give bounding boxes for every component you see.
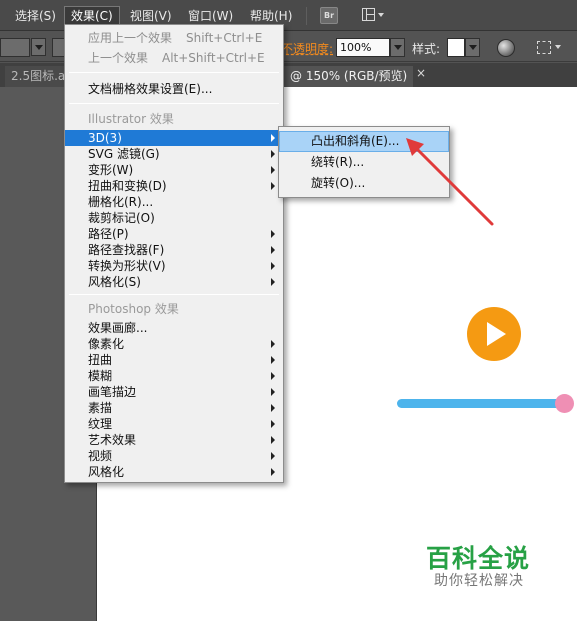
workspace-layout-icon[interactable] [362, 8, 384, 23]
menu-item-label: 模糊 [88, 369, 113, 383]
effect-menu: 应用上一个效果 Shift+Ctrl+E 上一个效果 Alt+Shift+Ctr… [64, 24, 284, 483]
opacity-dropdown[interactable] [390, 38, 405, 57]
menu-item-crop-marks[interactable]: 裁剪标记(O) [65, 210, 283, 226]
menu-item-label: 画笔描边 [88, 385, 137, 399]
close-icon[interactable]: × [416, 66, 426, 80]
submenu-arrow-icon [271, 246, 275, 254]
menu-item-last-effect[interactable]: 上一个效果 Alt+Shift+Ctrl+E [65, 50, 283, 66]
submenu-arrow-icon [271, 436, 275, 444]
menu-group-illustrator: Illustrator 效果 [88, 112, 174, 126]
menu-item-distort-transform[interactable]: 扭曲和变换(D) [65, 178, 283, 194]
slider-knob-artwork [555, 394, 574, 413]
menu-item-effect-gallery[interactable]: 效果画廊... [65, 320, 283, 336]
menu-help[interactable]: 帮助(H) [244, 6, 298, 26]
menu-item-pathfinder[interactable]: 路径查找器(F) [65, 242, 283, 258]
globe-icon[interactable] [497, 39, 515, 57]
menu-item-label: 扭曲和变换(D) [88, 179, 167, 193]
menu-item-convert-to-shape[interactable]: 转换为形状(V) [65, 258, 283, 274]
submenu-arrow-icon [271, 230, 275, 238]
submenu-arrow-icon [271, 372, 275, 380]
chevron-down-icon[interactable] [555, 45, 561, 49]
menu-item-label: 路径查找器(F) [88, 243, 165, 257]
menu-item-label: 上一个效果 [88, 51, 149, 65]
submenu-arrow-icon [271, 262, 275, 270]
menu-item-label: 素描 [88, 401, 113, 415]
menu-item-warp[interactable]: 变形(W) [65, 162, 283, 178]
menu-item-label: 视频 [88, 449, 113, 463]
menu-separator [69, 294, 279, 295]
submenu-arrow-icon [271, 150, 275, 158]
style-dropdown[interactable] [465, 38, 480, 57]
menu-item-svg-filter[interactable]: SVG 滤镜(G) [65, 146, 283, 162]
menu-separator [69, 72, 279, 73]
menu-item-label: 风格化(S) [88, 275, 141, 289]
menu-select[interactable]: 选择(S) [9, 6, 62, 26]
menu-item-3d[interactable]: 3D(3) [65, 130, 283, 146]
menu-view[interactable]: 视图(V) [124, 6, 178, 26]
menu-item-pixelate[interactable]: 像素化 [65, 336, 283, 352]
menu-item-label: 艺术效果 [88, 433, 137, 447]
menu-item-stylize-illustrator[interactable]: 风格化(S) [65, 274, 283, 290]
fill-swatch[interactable] [0, 38, 30, 57]
menu-separator [69, 103, 279, 104]
menu-item-label: SVG 滤镜(G) [88, 147, 160, 161]
annotation-arrow [406, 138, 494, 226]
menu-group-photoshop: Photoshop 效果 [88, 302, 179, 316]
menu-item-shortcut: Alt+Shift+Ctrl+E [162, 51, 265, 65]
menu-item-brush-strokes[interactable]: 画笔描边 [65, 384, 283, 400]
tab-document-active[interactable]: @ 150% (RGB/预览) [284, 66, 414, 87]
menu-item-label: 应用上一个效果 [88, 31, 173, 45]
menu-item-label: 变形(W) [88, 163, 134, 177]
bridge-icon[interactable]: Br [320, 7, 338, 24]
annotation-arrow-shaft [412, 144, 494, 226]
submenu-arrow-icon [271, 388, 275, 396]
menu-item-label: 3D(3) [88, 131, 122, 145]
menu-item-label: 转换为形状(V) [88, 259, 166, 273]
menu-item-label: 风格化 [88, 465, 125, 479]
submenu-arrow-icon [271, 278, 275, 286]
submenu-arrow-icon [271, 468, 275, 476]
submenu-arrow-icon [271, 182, 275, 190]
menu-item-distort[interactable]: 扭曲 [65, 352, 283, 368]
submenu-arrow-icon [271, 404, 275, 412]
menu-item-path[interactable]: 路径(P) [65, 226, 283, 242]
menu-separator [306, 7, 307, 25]
align-icon[interactable] [537, 41, 551, 54]
menu-item-raster-settings[interactable]: 文档栅格效果设置(E)... [65, 81, 283, 97]
style-swatch[interactable] [447, 38, 465, 57]
menu-item-rasterize[interactable]: 栅格化(R)... [65, 194, 283, 210]
submenu-arrow-icon [271, 166, 275, 174]
play-icon [487, 322, 506, 346]
style-label: 样式: [412, 42, 441, 56]
slider-track-artwork [397, 399, 572, 408]
watermark-subtitle: 助你轻松解决 [434, 573, 524, 589]
opacity-label[interactable]: 不透明度: [281, 40, 333, 57]
menu-effect[interactable]: 效果(C) [64, 6, 120, 26]
menu-item-blur[interactable]: 模糊 [65, 368, 283, 384]
menu-item-apply-last-effect[interactable]: 应用上一个效果 Shift+Ctrl+E [65, 30, 283, 46]
menu-item-label: 像素化 [88, 337, 125, 351]
menu-item-stylize-photoshop[interactable]: 风格化 [65, 464, 283, 480]
menu-item-label: 路径(P) [88, 227, 129, 241]
menu-item-artistic[interactable]: 艺术效果 [65, 432, 283, 448]
fill-dropdown[interactable] [31, 38, 46, 56]
submenu-arrow-icon [271, 340, 275, 348]
menu-item-sketch[interactable]: 素描 [65, 400, 283, 416]
opacity-input[interactable]: 100% [336, 38, 390, 57]
submenu-arrow-icon [271, 134, 275, 142]
submenu-arrow-icon [271, 452, 275, 460]
menu-item-texture[interactable]: 纹理 [65, 416, 283, 432]
menu-item-video[interactable]: 视频 [65, 448, 283, 464]
menu-item-shortcut: Shift+Ctrl+E [186, 31, 263, 45]
tab-document-inactive[interactable]: 2.5图标.a [5, 66, 65, 87]
menu-window[interactable]: 窗口(W) [182, 6, 239, 26]
submenu-arrow-icon [271, 420, 275, 428]
menu-item-label: 扭曲 [88, 353, 113, 367]
submenu-arrow-icon [271, 356, 275, 364]
menu-item-label: 纹理 [88, 417, 113, 431]
